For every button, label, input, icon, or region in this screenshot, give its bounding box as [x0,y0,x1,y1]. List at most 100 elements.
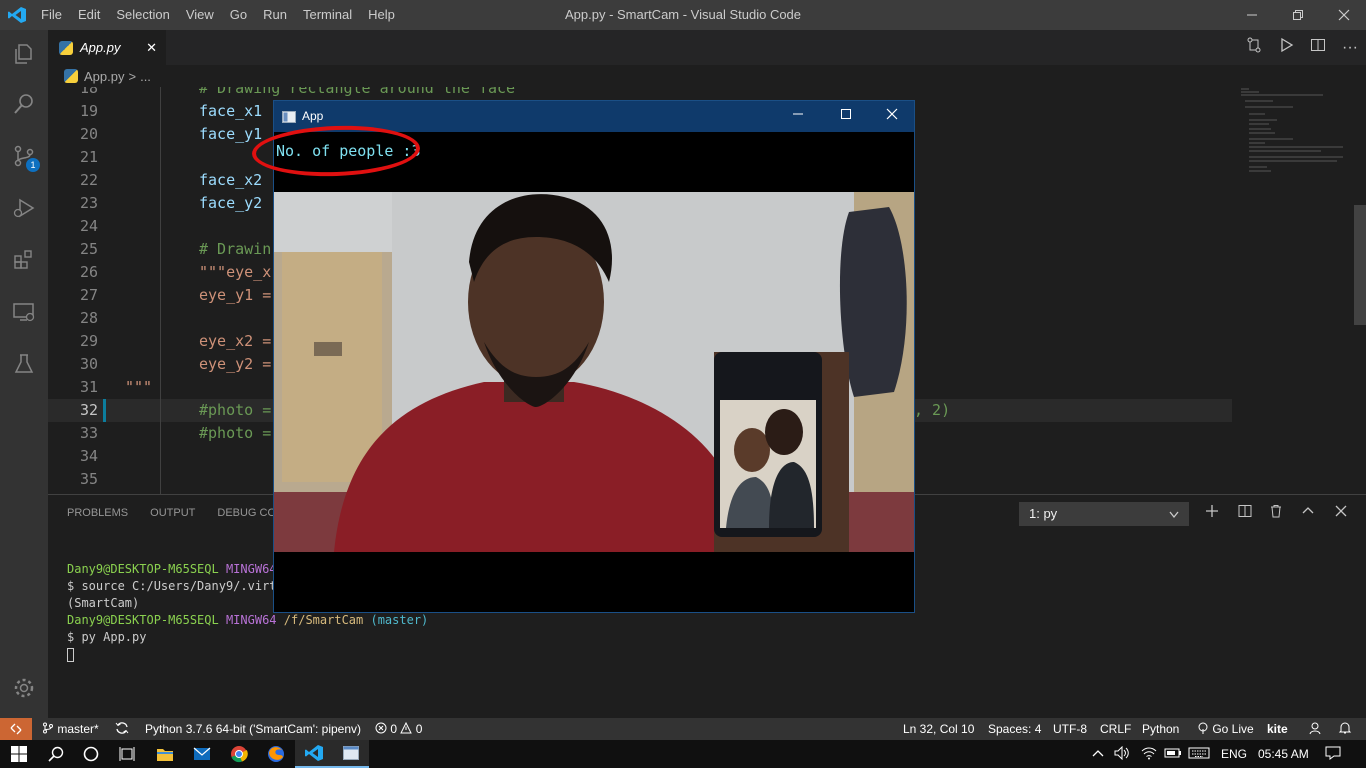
menu-run[interactable]: Run [255,0,295,30]
testing-button[interactable] [0,340,48,388]
breadcrumb-more[interactable]: ... [140,69,151,84]
line-number: 18 [79,87,98,97]
menu-edit[interactable]: Edit [70,0,108,30]
app-close-button[interactable] [886,101,898,132]
git-branch[interactable]: master* [42,718,99,740]
mail-app[interactable] [183,740,220,768]
restore-icon [1293,10,1303,20]
python-interpreter[interactable]: Python 3.7.6 64-bit ('SmartCam': pipenv) [145,718,361,740]
cortana-icon [83,746,98,762]
menu-file[interactable]: File [33,0,70,30]
firefox-app[interactable] [257,740,294,768]
activity-bar: 1 [0,30,48,718]
git-branch-icon [43,722,53,734]
split-editor-icon[interactable] [1302,37,1334,58]
search-button[interactable] [0,80,48,128]
battery-icon[interactable] [1164,740,1182,768]
encoding[interactable]: UTF-8 [1053,718,1087,740]
run-debug-button[interactable] [0,184,48,232]
settings-button[interactable] [0,664,48,712]
problems-indicator[interactable]: 0 0 [375,718,422,740]
error-icon [375,722,387,734]
kill-terminal-button[interactable] [1264,502,1288,526]
menu-view[interactable]: View [178,0,222,30]
minimize-icon [793,113,803,115]
chrome-app[interactable] [220,740,257,768]
minimize-button[interactable] [1229,0,1275,30]
terminal-path: /f/SmartCam [283,613,364,627]
menu-help[interactable]: Help [360,0,403,30]
close-tab-icon[interactable]: ✕ [146,40,157,56]
app-window[interactable]: App No. of people :3 [251,100,915,613]
language-mode[interactable]: Python [1142,718,1179,740]
search-icon [14,94,33,114]
vscode-app[interactable] [295,740,332,768]
source-control-button[interactable]: 1 [0,132,48,180]
breadcrumb-file[interactable]: App.py [84,69,124,84]
cursor-position[interactable]: Ln 32, Col 10 [903,718,974,740]
explorer-button[interactable] [0,30,48,78]
compare-changes-icon[interactable] [1238,37,1270,58]
minimap[interactable] [1233,87,1353,187]
editor-actions: ··· [1238,30,1366,65]
extensions-button[interactable] [0,236,48,284]
volume-icon[interactable] [1114,740,1130,768]
vscode-icon [304,745,323,761]
terminal-user: Dany9@DESKTOP-M65SEQL [67,562,219,576]
terminal-user: Dany9@DESKTOP-M65SEQL [67,613,219,627]
tray-overflow-icon[interactable] [1092,740,1104,768]
kite-status[interactable]: kite [1267,718,1288,740]
action-center-icon[interactable] [1325,740,1341,768]
more-actions-icon[interactable]: ··· [1334,39,1366,57]
maximize-panel-button[interactable] [1296,502,1320,526]
python-app-window[interactable] [332,740,369,768]
clock[interactable]: 05:45 AM [1258,740,1309,768]
line-number: 25 [79,240,98,258]
terminal-select[interactable]: 1: py [1019,502,1189,526]
title-bar: File Edit Selection View Go Run Terminal… [0,0,1366,30]
end-of-line[interactable]: CRLF [1100,718,1131,740]
maximize-icon [841,109,851,119]
sync-button[interactable] [115,718,129,740]
menu-terminal[interactable]: Terminal [295,0,360,30]
split-icon [1238,505,1252,517]
firefox-icon [267,746,284,762]
code-line: face_y2 [199,194,263,212]
remote-indicator[interactable] [0,718,32,740]
close-window-button[interactable] [1321,0,1366,30]
task-view-button[interactable] [108,740,145,768]
mail-icon [193,747,210,760]
menu-selection[interactable]: Selection [108,0,177,30]
line-number: 21 [79,148,98,166]
tab-output[interactable]: OUTPUT [150,507,195,519]
cortana-button[interactable] [72,740,109,768]
line-number: 24 [79,217,98,235]
app-maximize-button[interactable] [840,101,852,132]
app-minimize-button[interactable] [792,101,804,132]
restore-button[interactable] [1275,0,1321,30]
editor-scrollbar[interactable] [1354,205,1366,325]
search-taskbar-button[interactable] [37,740,74,768]
file-explorer-app[interactable] [146,740,183,768]
code-line: eye_y2 = [199,355,272,373]
tab-app-py[interactable]: App.py ✕ [48,30,166,65]
feedback-button[interactable] [1308,718,1322,740]
go-live-button[interactable]: Go Live [1197,718,1254,740]
line-number: 35 [79,470,98,488]
notifications-button[interactable] [1338,718,1352,740]
tab-problems[interactable]: PROBLEMS [67,507,128,519]
run-file-icon[interactable] [1270,37,1302,58]
debug-icon [13,198,35,218]
split-terminal-button[interactable] [1233,502,1257,526]
close-panel-button[interactable] [1329,502,1353,526]
new-terminal-button[interactable] [1200,502,1224,526]
menu-go[interactable]: Go [222,0,255,30]
wifi-icon[interactable] [1141,740,1157,768]
terminal-line: $ source C:/Users/Dany9/.virtu [67,579,284,593]
input-language[interactable]: ENG [1221,740,1247,768]
indentation[interactable]: Spaces: 4 [988,718,1041,740]
keyboard-icon[interactable] [1188,740,1210,768]
remote-explorer-button[interactable] [0,288,48,336]
error-count: 0 [390,722,398,736]
start-button[interactable] [0,740,37,768]
